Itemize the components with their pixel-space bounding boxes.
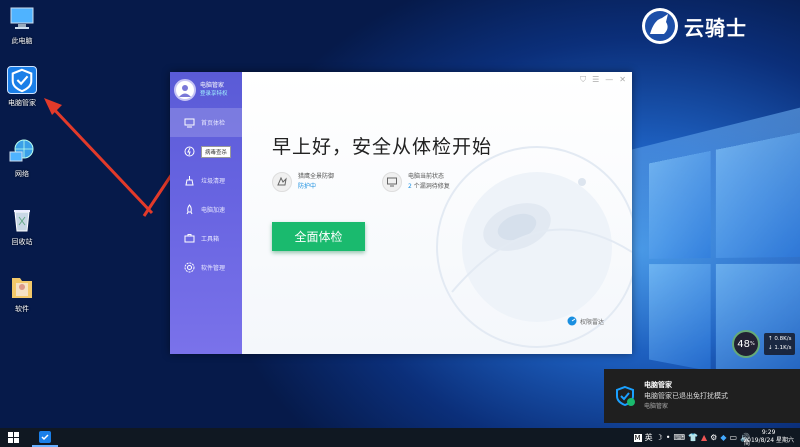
desktop-icon-label: 软件 (15, 305, 29, 313)
desktop-icon-software[interactable]: 软件 (2, 272, 42, 314)
recycle-bin-icon (14, 210, 30, 232)
software-folder-icon (12, 278, 32, 298)
app-sidebar: 电脑管家 登录享特权 首页体检 病毒查杀 垃圾清理 电脑加速 工具箱 软件管理 (170, 72, 242, 354)
broom-icon (185, 176, 194, 186)
desktop: 此电脑 电脑管家 网络 回收站 软件 云骑士 电脑管家 登录享特权 首页体检 病… (0, 0, 800, 428)
nav-label: 工具箱 (201, 236, 220, 243)
notification-source: 电脑管家 (644, 403, 669, 410)
taskbar: M 英 ☽ • ⌨ 👕 ▲ ⚙ ◆ ▭ 🔊 9:29 2019/8/24 星期六… (0, 428, 800, 447)
nav-label: 垃圾清理 (201, 178, 226, 185)
desktop-icon-label: 回收站 (11, 238, 33, 246)
start-button[interactable] (0, 428, 26, 447)
nav-junk-cleanup[interactable]: 垃圾清理 (170, 166, 242, 195)
memory-percent-unit: % (749, 341, 755, 347)
rocket-icon (186, 204, 193, 215)
keyboard-icon[interactable]: ⌨ (673, 433, 685, 442)
user-name: 电脑管家 (200, 82, 225, 89)
user-panel[interactable]: 电脑管家 登录享特权 (170, 72, 242, 108)
nav-home-checkup[interactable]: 首页体检 (170, 108, 242, 137)
vuln-count: 2 (408, 183, 412, 190)
status-label: 猎鹰全景防御 (298, 173, 335, 180)
download-rate: 1.1K/s (774, 345, 792, 351)
notification-body: 电脑管家已退出免打扰模式 (644, 392, 728, 400)
clock-date: 2019/8/24 星期六 (743, 437, 794, 444)
desktop-icon-this-pc[interactable]: 此电脑 (2, 4, 42, 46)
shirt-icon[interactable]: 👕 (688, 433, 698, 442)
ime-moon-icon[interactable]: ☽ (656, 433, 663, 442)
tray-app-icon[interactable]: ▲ (701, 433, 707, 442)
nav-virus-scan[interactable]: 病毒查杀 (170, 137, 242, 166)
speed-widget[interactable]: 48% ↑ 0.8K/s ↓ 1.1K/s (732, 330, 796, 358)
user-icon (179, 85, 191, 97)
status-value: 防护中 (298, 183, 317, 190)
skin-icon[interactable]: ⛉ (580, 75, 586, 85)
toast-notification[interactable]: 电脑管家 电脑管家已退出免打扰模式 电脑管家 (604, 369, 800, 423)
pc-manager-shield-icon (39, 430, 51, 443)
watermark: 云骑士 (640, 6, 747, 46)
knight-logo-icon (642, 8, 678, 44)
monitor-status-icon (382, 172, 402, 192)
nav-pc-speedup[interactable]: 电脑加速 (170, 195, 242, 224)
desktop-icon-network[interactable]: 网络 (2, 137, 42, 179)
clock-time: 9:29 (761, 429, 776, 436)
watermark-text: 云骑士 (684, 15, 747, 40)
falcon-icon (272, 172, 292, 192)
radar-icon (567, 316, 577, 326)
notification-title: 电脑管家 (644, 381, 672, 389)
software-manager-icon (184, 262, 195, 273)
nav-toolbox[interactable]: 工具箱 (170, 224, 242, 253)
ime-dot-icon[interactable]: • (666, 433, 671, 442)
desktop-icon-label: 此电脑 (11, 37, 33, 45)
desktop-icon-recycle-bin[interactable]: 回收站 (2, 205, 42, 247)
nav-software-manager[interactable]: 软件管理 (170, 253, 242, 282)
nav-label-tooltip: 病毒查杀 (201, 145, 232, 158)
full-scan-button[interactable]: 全面体检 (272, 222, 365, 251)
window-controls: ⛉ ☰ — ✕ (580, 75, 626, 85)
app-main-panel: ⛉ ☰ — ✕ 早上好，安全从体检开始 猎鹰全景防御 防护中 电脑当前状态 2 … (242, 72, 632, 354)
shield-tray-icon[interactable]: ◆ (720, 433, 726, 442)
pc-manager-shield-icon (7, 66, 37, 94)
network-globe-icon (9, 139, 34, 162)
desktop-icon-label: 电脑管家 (8, 99, 36, 107)
settings-gear-icon[interactable]: ⚙ (710, 433, 717, 442)
nav-label: 软件管理 (201, 265, 226, 272)
close-icon[interactable]: ✕ (619, 75, 626, 85)
ime-mode-icon[interactable]: M (633, 433, 642, 442)
greeting-title: 早上好，安全从体检开始 (272, 136, 493, 158)
network-rates: ↑ 0.8K/s ↓ 1.1K/s (764, 333, 796, 355)
pc-manager-shield-icon (616, 385, 635, 407)
desktop-icon-pc-manager[interactable]: 电脑管家 (2, 66, 42, 108)
menu-icon[interactable]: ☰ (592, 75, 599, 85)
pc-manager-window: 电脑管家 登录享特权 首页体检 病毒查杀 垃圾清理 电脑加速 工具箱 软件管理 … (170, 72, 632, 354)
vuln-text: 个漏洞待修复 (413, 183, 450, 190)
permission-radar-label: 权限雷达 (579, 318, 604, 326)
login-link[interactable]: 登录享特权 (200, 90, 228, 99)
desktop-icon-label: 网络 (15, 170, 29, 178)
memory-usage-circle[interactable]: 48% (732, 330, 760, 358)
system-tray: M 英 ☽ • ⌨ 👕 ▲ ⚙ ◆ ▭ 🔊 (633, 428, 750, 447)
windows-start-icon (7, 432, 19, 443)
nav-label: 电脑加速 (201, 207, 226, 214)
toolbox-icon (184, 234, 195, 243)
lightning-shield-icon (184, 146, 195, 157)
status-label: 电脑当前状态 (408, 173, 445, 180)
status-value[interactable]: 2 个漏洞待修复 (408, 182, 450, 192)
status-defense: 猎鹰全景防御 防护中 (272, 172, 334, 192)
monitor-icon (184, 118, 195, 128)
status-pc-state: 电脑当前状态 2 个漏洞待修复 (382, 172, 450, 192)
ime-simplified[interactable]: 简 (744, 438, 750, 447)
upload-rate: 0.8K/s (774, 336, 792, 342)
taskbar-pc-manager[interactable] (32, 428, 58, 447)
network-tray-icon[interactable]: ▭ (729, 433, 737, 442)
memory-percent: 48 (737, 338, 750, 350)
taskbar-clock[interactable]: 9:29 2019/8/24 星期六 (743, 429, 794, 445)
nav-label: 首页体检 (201, 120, 226, 127)
minimize-icon[interactable]: — (605, 75, 613, 85)
computer-icon (10, 7, 34, 29)
permission-radar-link[interactable]: 权限雷达 (567, 316, 604, 326)
ime-language[interactable]: 英 (645, 432, 653, 443)
avatar[interactable] (174, 79, 196, 101)
